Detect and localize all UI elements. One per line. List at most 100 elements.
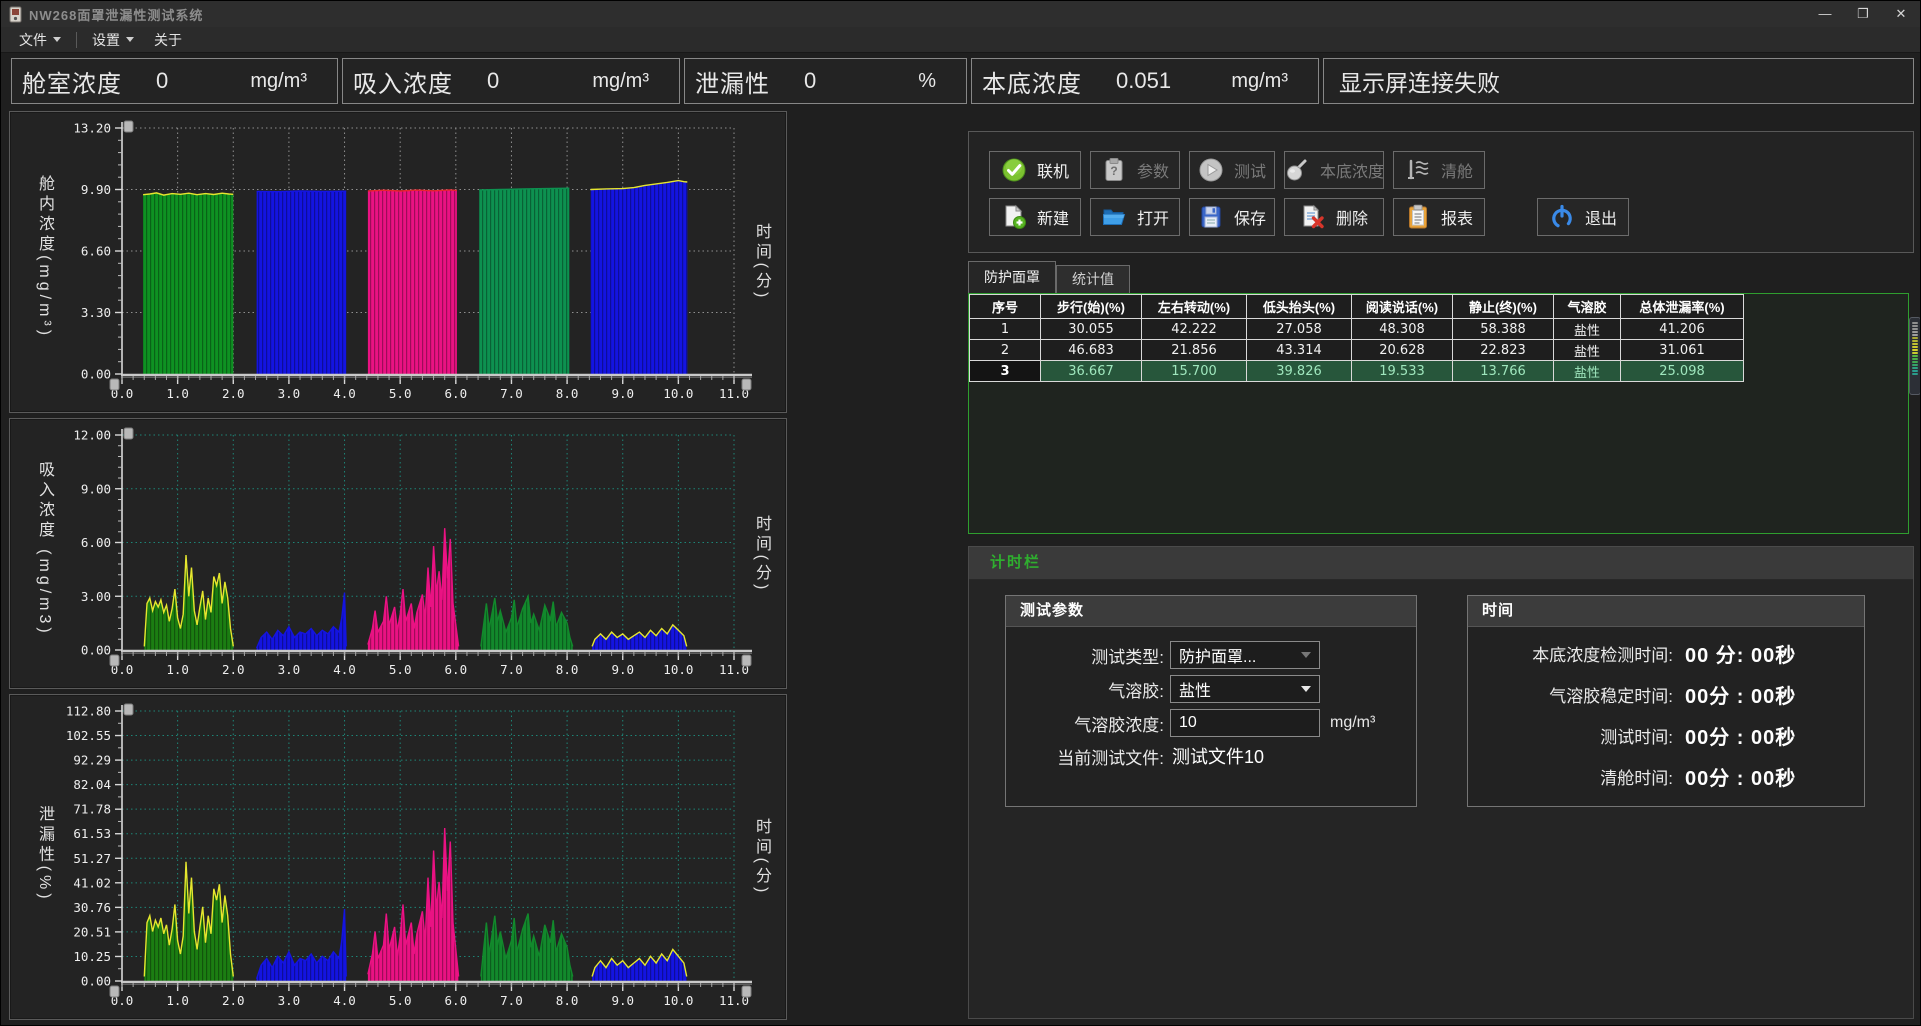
test-time-value: 00分 : 00秒 xyxy=(1685,721,1796,750)
table-row[interactable]: 336.66715.70039.82619.53313.766盐性25.098 xyxy=(970,361,1744,382)
axis-range-handle[interactable] xyxy=(742,379,751,390)
save-button[interactable]: 保存 xyxy=(1189,198,1275,236)
scrollbar-stripe xyxy=(1912,331,1918,333)
table-cell: 43.314 xyxy=(1247,340,1352,361)
chevron-down-icon xyxy=(53,37,61,42)
background-detect-time-label: 本底浓度检测时间: xyxy=(1468,641,1673,666)
exit-button[interactable]: 退出 xyxy=(1537,198,1629,236)
table-cell: 盐性 xyxy=(1554,319,1621,340)
column-header: 序号 xyxy=(970,295,1041,319)
table-cell: 46.683 xyxy=(1041,340,1142,361)
aerosol-stabilize-time-value: 00分 : 00秒 xyxy=(1685,680,1796,709)
svg-text:6.00: 6.00 xyxy=(81,535,111,550)
svg-text:82.04: 82.04 xyxy=(73,777,111,792)
open-button[interactable]: 打开 xyxy=(1090,198,1180,236)
purge-chamber-button[interactable]: 清舱 xyxy=(1393,151,1485,189)
table-scrollbar[interactable] xyxy=(1909,317,1921,395)
metric-value: 0 xyxy=(487,68,499,94)
background-concentration-button[interactable]: 本底浓度 xyxy=(1284,151,1384,189)
axis-range-handle[interactable] xyxy=(742,986,751,997)
play-circle-icon xyxy=(1198,157,1224,183)
axis-range-handle[interactable] xyxy=(742,655,751,666)
table-cell: 盐性 xyxy=(1554,361,1621,382)
scrollbar-stripe xyxy=(1912,334,1918,336)
tab-protective-mask[interactable]: 防护面罩 xyxy=(968,261,1056,293)
aerosol-concentration-label: 气溶胶浓度: xyxy=(1006,711,1164,736)
table-cell: 20.628 xyxy=(1352,340,1453,361)
menu-about[interactable]: 关于 xyxy=(144,27,192,52)
table-cell: 30.055 xyxy=(1041,319,1142,340)
toolbar-button-label: 保存 xyxy=(1234,205,1266,229)
timer-section-title: 计时栏 xyxy=(969,547,1913,580)
minimize-button[interactable]: — xyxy=(1806,1,1844,27)
current-test-file-label: 当前测试文件: xyxy=(1006,744,1164,769)
toolbar-button-label: 新建 xyxy=(1037,205,1069,229)
table-cell: 42.222 xyxy=(1142,319,1247,340)
toolbar-button-label: 本底浓度 xyxy=(1320,158,1384,182)
svg-text:0.00: 0.00 xyxy=(81,643,111,658)
svg-text:8.0: 8.0 xyxy=(556,662,579,677)
svg-text:8.0: 8.0 xyxy=(556,993,579,1008)
scrollbar-stripe xyxy=(1912,328,1918,330)
inhaled-concentration-chart: 0.003.006.009.0012.000.01.02.03.04.05.06… xyxy=(10,419,786,688)
chart3-time-axis-label: 时间(分) xyxy=(749,818,773,897)
svg-text:1.0: 1.0 xyxy=(166,662,189,677)
tab-content-panel: 序号步行(始)(%)左右转动(%)低头抬头(%)阅读说话(%)静止(终)(%)气… xyxy=(968,293,1909,534)
axis-range-handle[interactable] xyxy=(110,986,119,997)
scrollbar-stripe xyxy=(1912,340,1918,342)
menu-file[interactable]: 文件 xyxy=(9,27,71,52)
report-button[interactable]: 报表 xyxy=(1393,198,1485,236)
toolbar-panel: 联机?参数测试 本底浓度 清舱 新建打开 保存删除报表 退出 xyxy=(968,131,1914,253)
results-table: 序号步行(始)(%)左右转动(%)低头抬头(%)阅读说话(%)静止(终)(%)气… xyxy=(969,294,1744,382)
table-cell: 15.700 xyxy=(1142,361,1247,382)
menu-settings[interactable]: 设置 xyxy=(82,27,144,52)
svg-text:4.0: 4.0 xyxy=(333,386,356,401)
table-row[interactable]: 130.05542.22227.05848.30858.388盐性41.206 xyxy=(970,319,1744,340)
metric-value: 0 xyxy=(804,68,816,94)
svg-text:20.51: 20.51 xyxy=(73,924,111,939)
leakage-chart: 0.0010.2520.5130.7641.0251.2761.5371.788… xyxy=(10,695,786,1019)
axis-range-handle[interactable] xyxy=(110,379,119,390)
chart2-y-axis-label: 吸入浓度 (mg/m3) xyxy=(32,460,56,636)
close-button[interactable]: ✕ xyxy=(1882,1,1920,27)
axis-range-handle[interactable] xyxy=(124,121,133,132)
svg-text:51.27: 51.27 xyxy=(73,851,111,866)
axis-range-handle[interactable] xyxy=(124,704,133,715)
new-button[interactable]: 新建 xyxy=(989,198,1081,236)
tab-statistics[interactable]: 统计值 xyxy=(1056,265,1130,293)
table-row[interactable]: 246.68321.85643.31420.62822.823盐性31.061 xyxy=(970,340,1744,361)
column-header: 总体泄漏率(%) xyxy=(1621,295,1744,319)
svg-text:2.0: 2.0 xyxy=(222,993,245,1008)
app-icon xyxy=(9,6,22,23)
metric-unit: mg/m³ xyxy=(1231,70,1288,93)
scrollbar-stripe xyxy=(1912,322,1918,324)
metric-label: 本底浓度 xyxy=(982,64,1082,99)
background-concentration-box: 本底浓度 0.051 mg/m³ xyxy=(971,58,1319,104)
test-button[interactable]: 测试 xyxy=(1189,151,1275,189)
scrollbar-stripe xyxy=(1912,367,1918,369)
current-test-file-value: 测试文件10 xyxy=(1172,743,1264,769)
table-cell: 2 xyxy=(970,340,1041,361)
connect-button[interactable]: 联机 xyxy=(989,151,1081,189)
time-panel: 时间 本底浓度检测时间: 00 分: 00秒 气溶胶稳定时间: 00分 : 00… xyxy=(1467,595,1865,807)
axis-range-handle[interactable] xyxy=(110,655,119,666)
table-cell: 盐性 xyxy=(1554,340,1621,361)
svg-text:10.0: 10.0 xyxy=(663,386,693,401)
status-message: 显示屏连接失败 xyxy=(1339,64,1500,98)
svg-text:1.0: 1.0 xyxy=(166,993,189,1008)
toolbar-button-label: 清舱 xyxy=(1441,158,1473,182)
svg-text:3.0: 3.0 xyxy=(278,993,301,1008)
svg-text:2.0: 2.0 xyxy=(222,662,245,677)
svg-text:6.0: 6.0 xyxy=(445,662,468,677)
delete-button[interactable]: 删除 xyxy=(1284,198,1384,236)
metric-label: 泄漏性 xyxy=(695,64,770,99)
scrollbar-stripe xyxy=(1912,364,1918,366)
table-cell: 58.388 xyxy=(1453,319,1554,340)
test-type-select[interactable]: 防护面罩... xyxy=(1170,641,1320,669)
power-icon xyxy=(1549,204,1575,230)
aerosol-select[interactable]: 盐性 xyxy=(1170,675,1320,703)
axis-range-handle[interactable] xyxy=(124,428,133,439)
aerosol-concentration-input[interactable] xyxy=(1170,709,1320,737)
parameters-button[interactable]: ?参数 xyxy=(1090,151,1180,189)
maximize-button[interactable]: ❐ xyxy=(1844,1,1882,27)
